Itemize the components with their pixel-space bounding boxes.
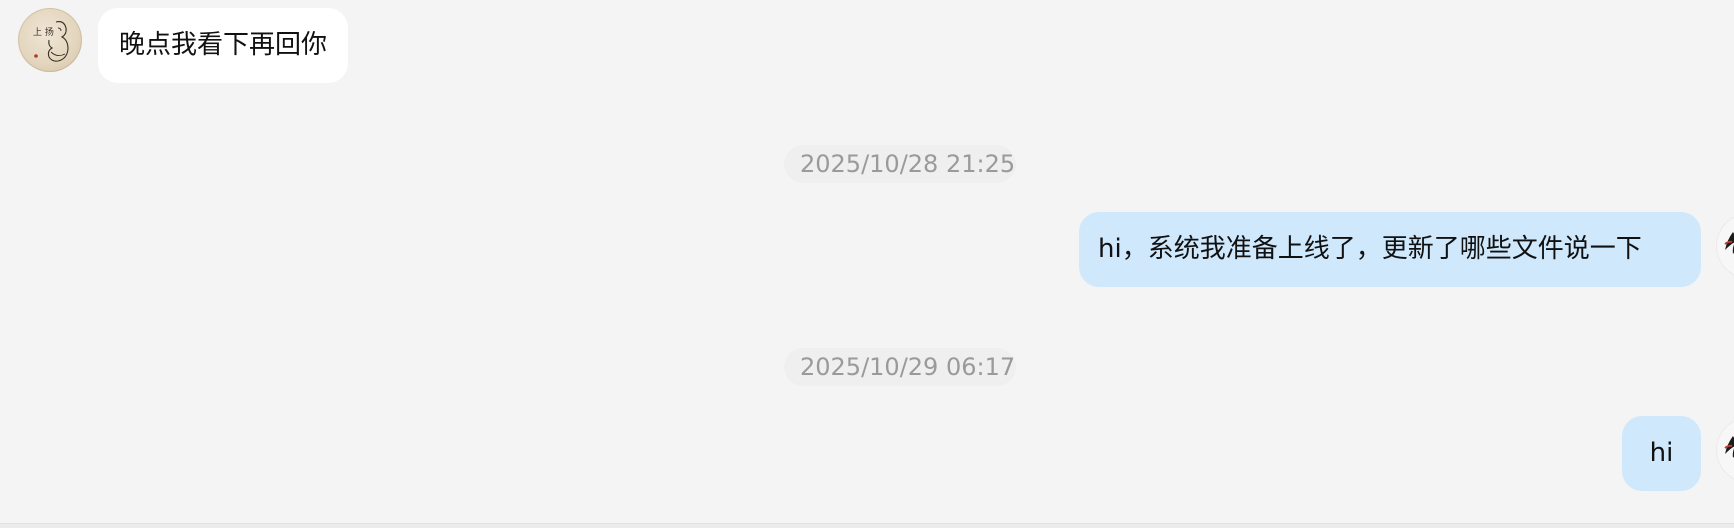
avatar-seal-text-top: 上 扬 — [33, 26, 54, 38]
message-timestamp: 2025/10/28 21:25 — [784, 145, 1016, 183]
input-area-divider — [0, 523, 1734, 528]
message-timestamp: 2025/10/29 06:17 — [784, 348, 1016, 386]
outgoing-message-bubble[interactable]: hi — [1622, 416, 1701, 491]
contact-avatar-icon[interactable]: 上 扬 — [18, 8, 82, 72]
user-avatar-icon[interactable] — [1717, 418, 1734, 482]
outgoing-message-bubble[interactable]: hi，系统我准备上线了，更新了哪些文件说一下 — [1079, 212, 1701, 287]
user-avatar-icon[interactable] — [1717, 214, 1734, 278]
chat-message-list[interactable]: 上 扬 晚点我看下再回你 2025/10/28 21:25 hi，系统我准备上线… — [0, 0, 1734, 523]
incoming-message-bubble[interactable]: 晚点我看下再回你 — [98, 8, 349, 83]
